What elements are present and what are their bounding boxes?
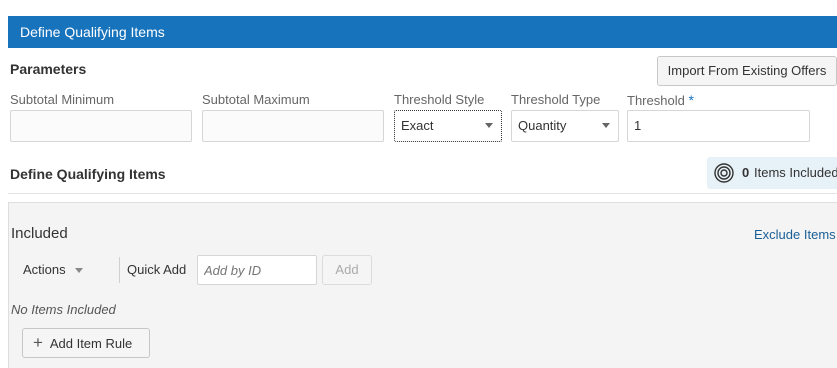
subtotal-minimum-input[interactable]	[10, 110, 192, 142]
threshold-style-value: Exact	[401, 118, 434, 133]
dialog-title-bar: Define Qualifying Items	[8, 16, 837, 48]
plus-icon: +	[33, 333, 43, 352]
chevron-down-icon	[485, 123, 493, 128]
threshold-type-label: Threshold Type	[511, 92, 601, 107]
parameters-heading: Parameters	[10, 61, 87, 77]
subtotal-maximum-label: Subtotal Maximum	[202, 92, 310, 107]
included-title: Included	[11, 225, 68, 242]
quick-add-input[interactable]	[197, 255, 317, 285]
threshold-style-label: Threshold Style	[394, 92, 485, 107]
section-divider	[8, 193, 837, 194]
exclude-items-link[interactable]: Exclude Items	[754, 227, 836, 242]
import-from-existing-offers-button[interactable]: Import From Existing Offers	[657, 56, 837, 86]
no-items-text: No Items Included	[11, 302, 116, 317]
threshold-style-select[interactable]: Exact	[394, 110, 502, 142]
add-button[interactable]: Add	[322, 255, 372, 285]
items-included-badge: 0 Items Included	[707, 157, 837, 189]
included-panel: Included Exclude Items Actions Quick Add…	[8, 202, 837, 368]
items-count: 0	[742, 165, 750, 180]
chevron-down-icon	[602, 123, 610, 128]
target-icon	[714, 163, 734, 183]
threshold-type-value: Quantity	[518, 118, 567, 133]
chevron-down-icon	[75, 268, 84, 274]
subtotal-maximum-input[interactable]	[202, 110, 384, 142]
required-indicator: *	[688, 92, 694, 108]
threshold-label: Threshold *	[627, 92, 694, 108]
toolbar-separator	[119, 257, 120, 283]
threshold-label-text: Threshold	[627, 93, 685, 108]
add-item-rule-label: Add Item Rule	[49, 336, 133, 351]
add-item-rule-button[interactable]: + Add Item Rule	[22, 328, 150, 358]
qualifying-items-heading: Define Qualifying Items	[10, 166, 166, 182]
quick-add-label: Quick Add	[127, 262, 187, 277]
subtotal-minimum-label: Subtotal Minimum	[10, 92, 115, 107]
items-included-label: Items Included	[754, 165, 837, 180]
actions-label: Actions	[23, 262, 66, 277]
threshold-type-select[interactable]: Quantity	[511, 110, 619, 142]
threshold-input[interactable]: 1	[627, 110, 810, 142]
actions-menu[interactable]: Actions	[23, 262, 84, 277]
dialog-title: Define Qualifying Items	[20, 24, 165, 40]
